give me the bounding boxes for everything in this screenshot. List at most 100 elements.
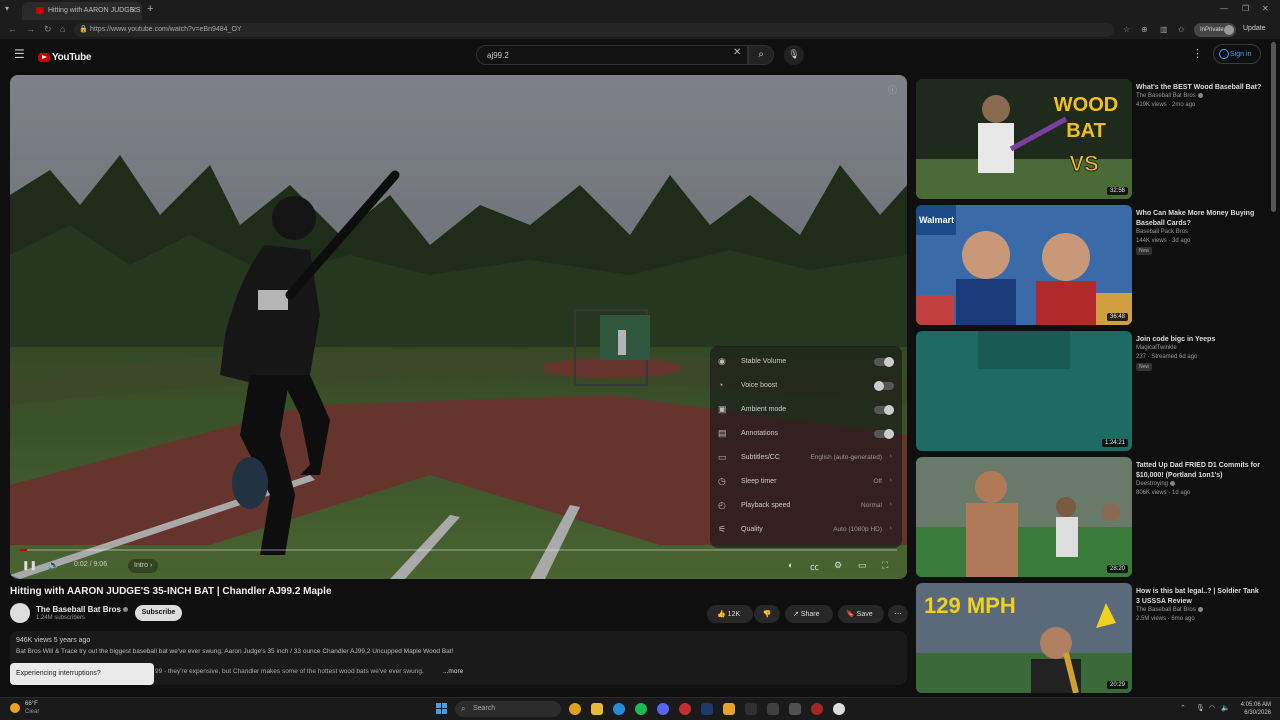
recommendation-channel[interactable]: Baseball Pack Bros: [1136, 229, 1188, 235]
back-icon[interactable]: ←: [8, 24, 17, 34]
home-icon[interactable]: ⌂: [60, 24, 65, 34]
miniplayer-icon[interactable]: ▭: [858, 560, 867, 571]
setting-playback-speed[interactable]: ◴ Playback speed Normal ›: [710, 494, 902, 518]
microphone-tray-icon[interactable]: 🎙: [1196, 704, 1205, 712]
page-scrollbar[interactable]: [1271, 42, 1276, 692]
tab-actions-icon[interactable]: ▾: [5, 4, 9, 13]
speaker-icon[interactable]: 🔈: [1221, 704, 1230, 712]
setting-ambient-mode[interactable]: ▣ Ambient mode: [710, 398, 902, 422]
video-thumbnail[interactable]: Walmart 36:48: [916, 205, 1132, 325]
edge-icon[interactable]: [613, 703, 625, 715]
recommendation-channel[interactable]: The Baseball Bat Bros: [1136, 93, 1203, 99]
search-button[interactable]: ⌕: [748, 45, 774, 65]
chapter-button[interactable]: Intro ›: [128, 559, 159, 573]
voice-search-button[interactable]: 🎙: [784, 45, 804, 65]
search-input[interactable]: aj99.2: [476, 45, 748, 65]
volume-icon[interactable]: 🔈: [48, 560, 59, 571]
scrollbar-thumb[interactable]: [1271, 42, 1276, 212]
subtitles-cc-icon[interactable]: ㏄: [810, 560, 819, 573]
save-button[interactable]: 🔖 Save: [838, 605, 884, 623]
maximize-icon[interactable]: ❐: [1242, 4, 1249, 13]
extension-icon[interactable]: ⊕: [1141, 25, 1148, 34]
recommendation-channel[interactable]: Deestroying: [1136, 481, 1176, 487]
tab-close-icon[interactable]: ✕: [130, 6, 137, 15]
spotify-icon[interactable]: [635, 703, 647, 715]
setting-sleep-timer[interactable]: ◷ Sleep timer Off ›: [710, 470, 902, 494]
hamburger-menu-icon[interactable]: ☰: [14, 47, 25, 61]
recommendation-item[interactable]: 1:24:21 Join code bigc in Yeeps MagicalT…: [916, 331, 1266, 453]
sign-in-button[interactable]: Sign in: [1213, 44, 1261, 64]
info-icon[interactable]: ⓘ: [888, 83, 897, 96]
video-player[interactable]: ⓘ ◉ Stable Volume ◔ Voice boost ▣ Ambien…: [10, 75, 907, 579]
recommendation-item[interactable]: WOOD BAT VS 32:58 What's the BEST Wood B…: [916, 79, 1266, 201]
refresh-icon[interactable]: ↻: [44, 24, 52, 35]
setting-quality[interactable]: ⚟ Quality Auto (1080p HD) ›: [710, 518, 902, 542]
app-icon-6[interactable]: [833, 703, 845, 715]
settings-gear-icon[interactable]: ⚙: [834, 560, 842, 571]
app-icon-3[interactable]: [745, 703, 757, 715]
windows-start-icon[interactable]: [436, 703, 447, 714]
video-thumbnail[interactable]: 129 MPH 20:29: [916, 583, 1132, 693]
video-thumbnail[interactable]: WOOD BAT VS 32:58: [916, 79, 1132, 199]
photoshop-icon[interactable]: [701, 703, 713, 715]
update-button[interactable]: Update: [1243, 25, 1266, 32]
subscribe-button[interactable]: Subscribe: [135, 605, 182, 621]
chrome-icon[interactable]: [569, 703, 581, 715]
video-thumbnail[interactable]: 1:24:21: [916, 331, 1132, 451]
favorite-star-icon[interactable]: ☆: [1123, 25, 1130, 34]
app-icon[interactable]: [679, 703, 691, 715]
split-screen-icon[interactable]: ▥: [1160, 25, 1168, 34]
channel-name[interactable]: The Baseball Bat Bros: [36, 605, 128, 614]
more-actions-button[interactable]: ⋯: [888, 605, 908, 623]
terminal-icon[interactable]: [789, 703, 801, 715]
taskbar-clock[interactable]: 4:05:06 AM 6/30/2026: [1237, 701, 1271, 717]
recommendation-title[interactable]: Tatted Up Dad FRIED D1 Commits for $10,0…: [1136, 461, 1264, 480]
more-link[interactable]: ...more: [443, 668, 463, 675]
video-thumbnail[interactable]: 28:20: [916, 457, 1132, 577]
interruption-prompt[interactable]: Experiencing interruptions?: [10, 663, 154, 685]
recommendation-item[interactable]: Walmart 36:48 Who Can Make More Money Bu…: [916, 205, 1266, 327]
browser-tab[interactable]: Hitting with AARON JUDGE'S ✕: [22, 2, 142, 20]
setting-stable-volume[interactable]: ◉ Stable Volume: [710, 350, 902, 374]
recommendation-item[interactable]: 28:20 Tatted Up Dad FRIED D1 Commits for…: [916, 457, 1266, 579]
window-close-icon[interactable]: ✕: [1262, 4, 1269, 13]
ambient-mode-toggle[interactable]: [874, 405, 894, 415]
recommendation-title[interactable]: How is this bat legal..? | Soldier Tank …: [1136, 587, 1264, 606]
recommendation-item[interactable]: 129 MPH 20:29 How is this bat legal..? |…: [916, 583, 1266, 693]
pause-icon[interactable]: ❚❚: [22, 560, 37, 571]
voice-boost-toggle[interactable]: [874, 381, 894, 391]
tray-chevron-icon[interactable]: ⌃: [1180, 704, 1186, 712]
taskbar-search[interactable]: ⌕ Search: [455, 701, 561, 717]
dislike-button[interactable]: 👎: [754, 605, 780, 623]
youtube-logo[interactable]: YouTube: [38, 49, 92, 67]
share-button[interactable]: ↗ Share: [785, 605, 833, 623]
recommendation-title[interactable]: What's the BEST Wood Baseball Bat?: [1136, 83, 1264, 93]
channel-avatar[interactable]: [10, 603, 30, 623]
fullscreen-icon[interactable]: ⛶: [882, 560, 888, 571]
recommendation-channel[interactable]: MagicalTwinkle: [1136, 345, 1177, 351]
minimize-icon[interactable]: —: [1220, 4, 1228, 13]
wifi-icon[interactable]: ◠: [1209, 704, 1215, 712]
recommendation-title[interactable]: Join code bigc in Yeeps: [1136, 335, 1264, 345]
profile-button[interactable]: InPrivate: [1194, 23, 1236, 37]
autoplay-toggle-icon[interactable]: ◐: [788, 560, 793, 570]
clear-search-icon[interactable]: ✕: [733, 47, 741, 58]
app-icon-5[interactable]: [811, 703, 823, 715]
like-button[interactable]: 👍 12K: [707, 605, 753, 623]
forward-icon[interactable]: →: [26, 24, 35, 34]
discord-icon[interactable]: [657, 703, 669, 715]
progress-bar[interactable]: [20, 549, 897, 551]
setting-voice-boost[interactable]: ◔ Voice boost: [710, 374, 902, 398]
setting-subtitles[interactable]: ▭ Subtitles/CC English (auto-generated) …: [710, 446, 902, 470]
setting-annotations[interactable]: ▤ Annotations: [710, 422, 902, 446]
url-field[interactable]: 🔒 https://www.youtube.com/watch?v=eBn948…: [74, 23, 1114, 37]
app-icon-4[interactable]: [767, 703, 779, 715]
new-tab-button[interactable]: +: [147, 3, 153, 15]
file-explorer-icon[interactable]: [591, 703, 603, 715]
favorites-icon[interactable]: ✩: [1178, 25, 1185, 34]
more-options-icon[interactable]: ⋮: [1192, 47, 1203, 60]
annotations-toggle[interactable]: [874, 429, 894, 439]
recommendation-title[interactable]: Who Can Make More Money Buying Baseball …: [1136, 209, 1264, 228]
stable-volume-toggle[interactable]: [874, 357, 894, 367]
weather-moon-icon[interactable]: [10, 703, 20, 713]
